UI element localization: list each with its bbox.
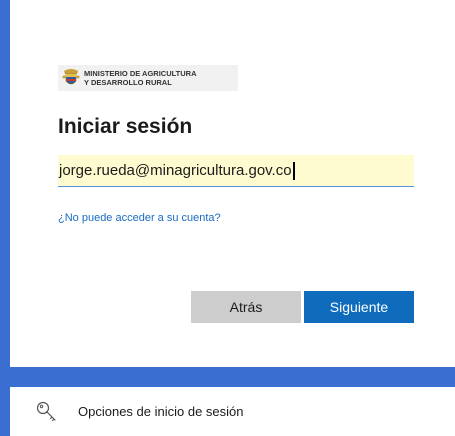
coat-of-arms-icon xyxy=(62,69,80,85)
logo-text: MINISTERIO DE AGRICULTURA Y DESARROLLO R… xyxy=(84,69,197,87)
signin-options-label: Opciones de inicio de sesión xyxy=(78,404,244,419)
text-caret xyxy=(292,161,295,180)
key-icon xyxy=(36,401,56,421)
page-title: Iniciar sesión xyxy=(58,115,193,138)
email-value: jorge.rueda@minagricultura.gov.co xyxy=(59,162,292,179)
logo-line-2: Y DESARROLLO RURAL xyxy=(84,78,172,87)
signin-options-card[interactable]: Opciones de inicio de sesión xyxy=(10,387,455,436)
ministry-logo: MINISTERIO DE AGRICULTURA Y DESARROLLO R… xyxy=(58,65,238,91)
back-button[interactable]: Atrás xyxy=(191,291,301,323)
next-button[interactable]: Siguiente xyxy=(304,291,414,323)
logo-line-1: MINISTERIO DE AGRICULTURA xyxy=(84,69,197,78)
cant-access-account-link[interactable]: ¿No puede acceder a su cuenta? xyxy=(58,212,221,224)
signin-card: MINISTERIO DE AGRICULTURA Y DESARROLLO R… xyxy=(10,0,455,367)
email-field[interactable]: jorge.rueda@minagricultura.gov.co xyxy=(58,155,414,187)
